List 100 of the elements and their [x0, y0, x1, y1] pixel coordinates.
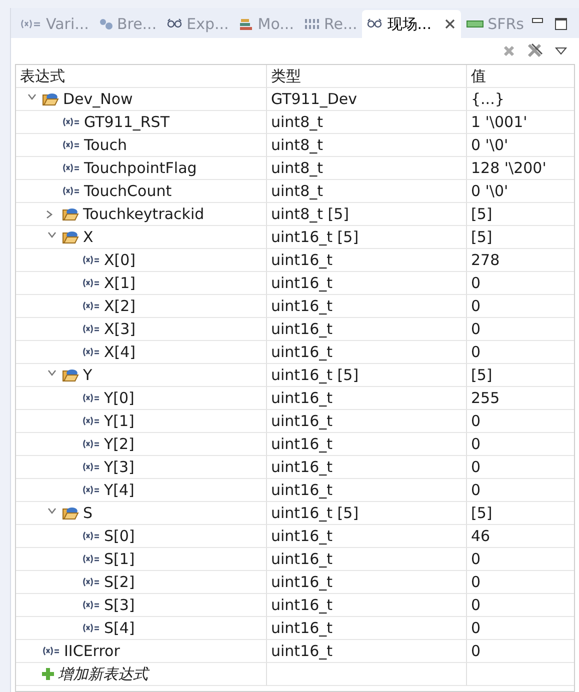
- folder-icon: [62, 368, 79, 382]
- table-cell: 0: [467, 479, 574, 502]
- variable-icon: [62, 140, 80, 150]
- table-cell: uint16_t: [267, 433, 467, 456]
- view-menu-icon[interactable]: [555, 47, 567, 55]
- table-cell: uint16_t: [267, 249, 467, 272]
- glasses-icon: [166, 18, 183, 30]
- table-cell: 0: [467, 548, 574, 571]
- remove-all-icon[interactable]: [527, 43, 543, 59]
- table-cell: uint8_t: [267, 134, 467, 157]
- folder-icon: [62, 207, 79, 221]
- table-cell: 46: [467, 525, 574, 548]
- folder-icon: [62, 230, 79, 244]
- table-cell: uint16_t [5]: [267, 226, 467, 249]
- expression-name: X[1]: [104, 272, 136, 294]
- table-cell: uint16_t: [267, 525, 467, 548]
- table-cell: uint16_t [5]: [267, 364, 467, 387]
- folder-icon: [62, 506, 79, 520]
- column-header[interactable]: 值: [471, 64, 486, 88]
- expression-name: S[2]: [104, 572, 135, 593]
- expression-name: Y[3]: [104, 456, 134, 478]
- variable-icon: [82, 393, 100, 403]
- expression-name: IICError: [64, 640, 120, 662]
- expression-name: S[4]: [104, 618, 135, 639]
- variable-icon: [82, 439, 100, 449]
- table-cell: uint8_t: [267, 157, 467, 180]
- expression-name: X[4]: [104, 342, 136, 363]
- expression-name: TouchCount: [84, 180, 172, 202]
- table-cell: 0: [467, 295, 574, 318]
- folder-icon: [42, 92, 59, 106]
- glasses-icon: [367, 18, 384, 30]
- table-cell: 278: [467, 249, 574, 272]
- table-cell: uint16_t: [267, 617, 467, 640]
- view-tab[interactable]: Exp...: [162, 10, 234, 38]
- binary-icon: [304, 18, 320, 30]
- plus-icon: [42, 668, 54, 680]
- table-cell: 0 '\0': [467, 180, 574, 203]
- table-cell: 0: [467, 456, 574, 479]
- table-cell: uint8_t: [267, 180, 467, 203]
- variable-icon: [82, 324, 100, 334]
- variable-icon: [82, 462, 100, 472]
- variable-icon: [20, 19, 42, 29]
- table-cell: uint16_t: [267, 272, 467, 295]
- table-cell: uint16_t: [267, 594, 467, 617]
- expression-name: X[0]: [104, 250, 136, 271]
- variable-icon: [42, 646, 60, 656]
- variable-icon: [82, 278, 100, 288]
- expression-name: X[3]: [104, 318, 136, 340]
- view-tab[interactable]: SFRs: [460, 10, 529, 38]
- column-header[interactable]: 类型: [271, 64, 301, 88]
- table-cell: 255: [467, 387, 574, 410]
- table-cell: uint16_t: [267, 341, 467, 364]
- table-cell: [5]: [467, 226, 574, 249]
- table-cell: 128 '\200': [467, 157, 574, 180]
- table-cell: uint16_t: [267, 548, 467, 571]
- view-tab[interactable]: Re...: [298, 10, 362, 38]
- expression-name: S: [83, 502, 93, 524]
- variable-icon: [82, 600, 100, 610]
- table-cell: uint16_t: [267, 640, 467, 663]
- variable-icon: [82, 531, 100, 541]
- table-cell: 0: [467, 341, 574, 364]
- expression-name: TouchpointFlag: [84, 158, 197, 179]
- table-cell: 1 '\001': [467, 111, 574, 134]
- expression-name: Touch: [84, 134, 128, 156]
- table-cell: 0: [467, 272, 574, 295]
- variable-icon: [82, 485, 100, 495]
- expression-name: X: [83, 226, 94, 248]
- variable-icon: [82, 554, 100, 564]
- variable-icon: [82, 623, 100, 633]
- table-cell: uint16_t: [267, 456, 467, 479]
- expression-name: S[0]: [104, 526, 135, 547]
- table-cell: GT911_Dev: [267, 88, 467, 111]
- variable-icon: [82, 347, 100, 357]
- chip-icon: [466, 19, 484, 29]
- expression-name: X[2]: [104, 296, 136, 317]
- table-cell: uint8_t: [267, 111, 467, 134]
- expression-name: Y[2]: [104, 434, 134, 455]
- remove-icon[interactable]: [503, 45, 515, 57]
- view-tab[interactable]: 现场...: [362, 10, 461, 38]
- table-cell: uint8_t [5]: [267, 203, 467, 226]
- expression-name: GT911_RST: [84, 112, 170, 133]
- add-expression-link[interactable]: 增加新表达式: [58, 662, 148, 686]
- variable-icon: [62, 163, 80, 173]
- table-cell: 0: [467, 433, 574, 456]
- expression-name: S[1]: [104, 548, 135, 570]
- table-cell: uint16_t: [267, 410, 467, 433]
- table-cell: uint16_t: [267, 295, 467, 318]
- close-icon[interactable]: [444, 18, 456, 30]
- variable-icon: [82, 301, 100, 311]
- view-tab[interactable]: Bre...: [94, 10, 162, 38]
- table-cell: uint16_t: [267, 479, 467, 502]
- column-header[interactable]: 表达式: [20, 64, 65, 88]
- view-tab[interactable]: Vari...: [15, 10, 94, 38]
- maximize-icon[interactable]: [555, 18, 567, 30]
- view-tab[interactable]: Mo...: [234, 10, 299, 38]
- minimize-icon[interactable]: [532, 18, 543, 24]
- expression-name: Y[0]: [104, 388, 134, 409]
- table-cell: 0: [467, 318, 574, 341]
- books-icon: [238, 18, 254, 30]
- variable-icon: [62, 186, 80, 196]
